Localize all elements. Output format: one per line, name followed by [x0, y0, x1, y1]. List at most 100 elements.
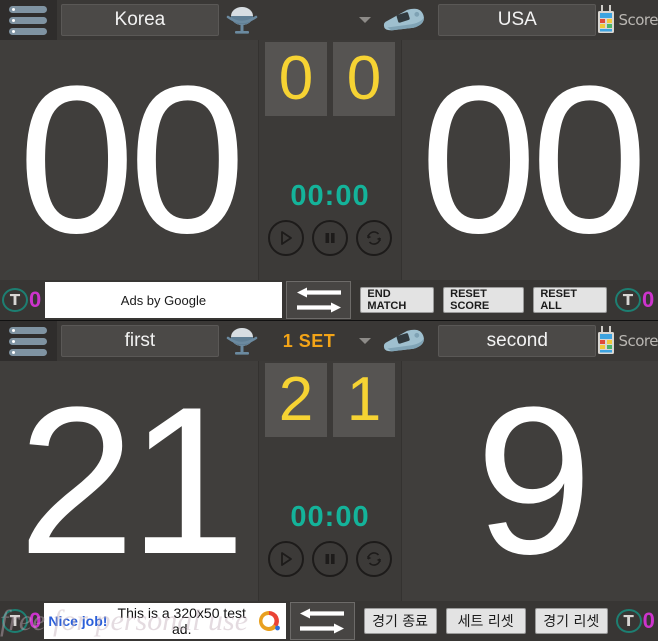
set-count-left-value: 0 [278, 44, 314, 113]
team-name-right-input[interactable]: USA [438, 4, 597, 36]
center-column: 2 1 00:00 [258, 361, 402, 601]
team-name-left-input[interactable]: Korea [60, 4, 220, 36]
timer-controls [259, 541, 401, 577]
hamburger-icon [9, 348, 48, 356]
timeout-icon: T [2, 288, 28, 312]
reset-timer-button[interactable] [356, 541, 392, 577]
volleyball-net-icon[interactable] [219, 321, 264, 361]
ad-text: This is a 320x50 test ad. [117, 605, 246, 637]
set-count-right-value: 1 [346, 365, 382, 434]
set-label[interactable] [264, 0, 354, 40]
timeout-left-count: 0 [29, 608, 42, 633]
play-icon [281, 552, 292, 566]
hamburger-icon [9, 326, 48, 334]
arrow-left-icon [296, 287, 341, 298]
whistle-icon[interactable] [375, 321, 434, 361]
hamburger-menu-button[interactable] [0, 321, 57, 361]
timeout-letter: T [623, 612, 634, 630]
score-board-button[interactable]: Score [596, 0, 658, 40]
match-timer: 00:00 [290, 180, 370, 212]
timeout-left[interactable]: T 0 [0, 601, 44, 641]
team-name-right-input[interactable]: second [438, 325, 597, 357]
hamburger-icon [9, 16, 48, 24]
timeout-icon: T [615, 288, 642, 312]
timeout-right[interactable]: T 0 [614, 601, 658, 641]
set-count-left[interactable]: 0 [265, 42, 327, 116]
reset-score-button[interactable]: 세트 리셋 [445, 608, 526, 634]
reset-icon [367, 231, 381, 245]
score-right-value: 00 [420, 42, 648, 277]
top-bar: first 1 SET second Score [0, 321, 658, 361]
play-button[interactable] [268, 541, 304, 577]
timeout-icon: T [615, 609, 642, 633]
team-name-left-input[interactable]: first [60, 325, 220, 357]
score-label: Score [618, 332, 658, 350]
timeout-letter: T [9, 291, 21, 309]
timeout-right-count: 0 [642, 608, 655, 633]
set-count-left[interactable]: 2 [265, 363, 327, 437]
score-right-area[interactable]: 9 [402, 361, 658, 601]
timeout-right-count: 0 [642, 287, 655, 312]
arrow-right-icon [300, 623, 345, 634]
set-counters: 2 1 [259, 361, 401, 441]
set-counters: 0 0 [259, 40, 401, 120]
ad-nice-text: Nice job! [48, 613, 108, 629]
ad-banner[interactable]: Ads by Google [44, 282, 282, 318]
admob-icon [259, 611, 280, 631]
end-match-button[interactable]: END MATCH [360, 287, 435, 313]
hamburger-menu-button[interactable] [0, 0, 57, 40]
score-label: Score [618, 11, 658, 29]
timeout-letter: T [622, 291, 634, 309]
pause-button[interactable] [312, 541, 348, 577]
pause-icon [325, 233, 335, 243]
arrow-right-icon [296, 302, 341, 313]
score-board-button[interactable]: Score [596, 321, 658, 361]
scoreboard-icon [598, 5, 615, 33]
scoreboard-panel-1: Korea USA Score 00 0 0 00:00 00 T 0 Ads … [0, 0, 658, 321]
pause-icon [325, 554, 335, 564]
pause-button[interactable] [312, 220, 348, 256]
scoreboard-icon [598, 326, 615, 354]
chevron-down-icon[interactable] [354, 321, 376, 361]
hamburger-icon [9, 5, 48, 13]
set-label[interactable]: 1 SET [264, 321, 354, 361]
play-icon [281, 231, 292, 245]
timeout-icon: T [2, 609, 28, 633]
score-left-area[interactable]: 21 [0, 361, 258, 601]
chevron-down-icon[interactable] [354, 0, 376, 40]
reset-timer-button[interactable] [356, 220, 392, 256]
arrow-left-icon [300, 608, 345, 619]
end-match-button[interactable]: 경기 종료 [363, 608, 437, 634]
set-count-right[interactable]: 0 [333, 42, 395, 116]
bottom-bar: T 0 Nice job! This is a 320x50 test ad. … [0, 601, 658, 641]
bottom-bar: T 0 Ads by Google END MATCH RESET SCORE … [0, 280, 658, 320]
ad-banner[interactable]: Nice job! This is a 320x50 test ad. [44, 603, 287, 639]
score-right-area[interactable]: 00 [402, 40, 658, 280]
timeout-left-count: 0 [29, 287, 42, 312]
reset-all-button[interactable]: RESET ALL [533, 287, 608, 313]
swap-sides-button[interactable] [285, 281, 352, 319]
timeout-left[interactable]: T 0 [0, 280, 45, 320]
play-button[interactable] [268, 220, 304, 256]
score-board: 21 2 1 00:00 9 [0, 361, 658, 601]
score-left-area[interactable]: 00 [0, 40, 258, 280]
set-count-right[interactable]: 1 [333, 363, 395, 437]
swap-sides-button[interactable] [290, 602, 355, 640]
set-count-left-value: 2 [278, 365, 314, 434]
volleyball-net-icon[interactable] [219, 0, 264, 40]
score-right-value: 9 [475, 363, 593, 598]
whistle-icon[interactable] [375, 0, 434, 40]
reset-score-button[interactable]: RESET SCORE [443, 287, 525, 313]
top-bar: Korea USA Score [0, 0, 658, 40]
hamburger-icon [9, 27, 48, 35]
match-timer: 00:00 [290, 501, 370, 533]
score-left-value: 00 [18, 42, 246, 277]
hamburger-icon [9, 337, 48, 345]
center-column: 0 0 00:00 [258, 40, 402, 280]
scoreboard-panel-2: first 1 SET second Score 21 2 1 00:00 9 … [0, 321, 658, 641]
timeout-letter: T [9, 612, 21, 630]
reset-all-button[interactable]: 경기 리셋 [534, 608, 608, 634]
score-board: 00 0 0 00:00 00 [0, 40, 658, 280]
timeout-right[interactable]: T 0 [613, 280, 658, 320]
set-count-right-value: 0 [346, 44, 382, 113]
